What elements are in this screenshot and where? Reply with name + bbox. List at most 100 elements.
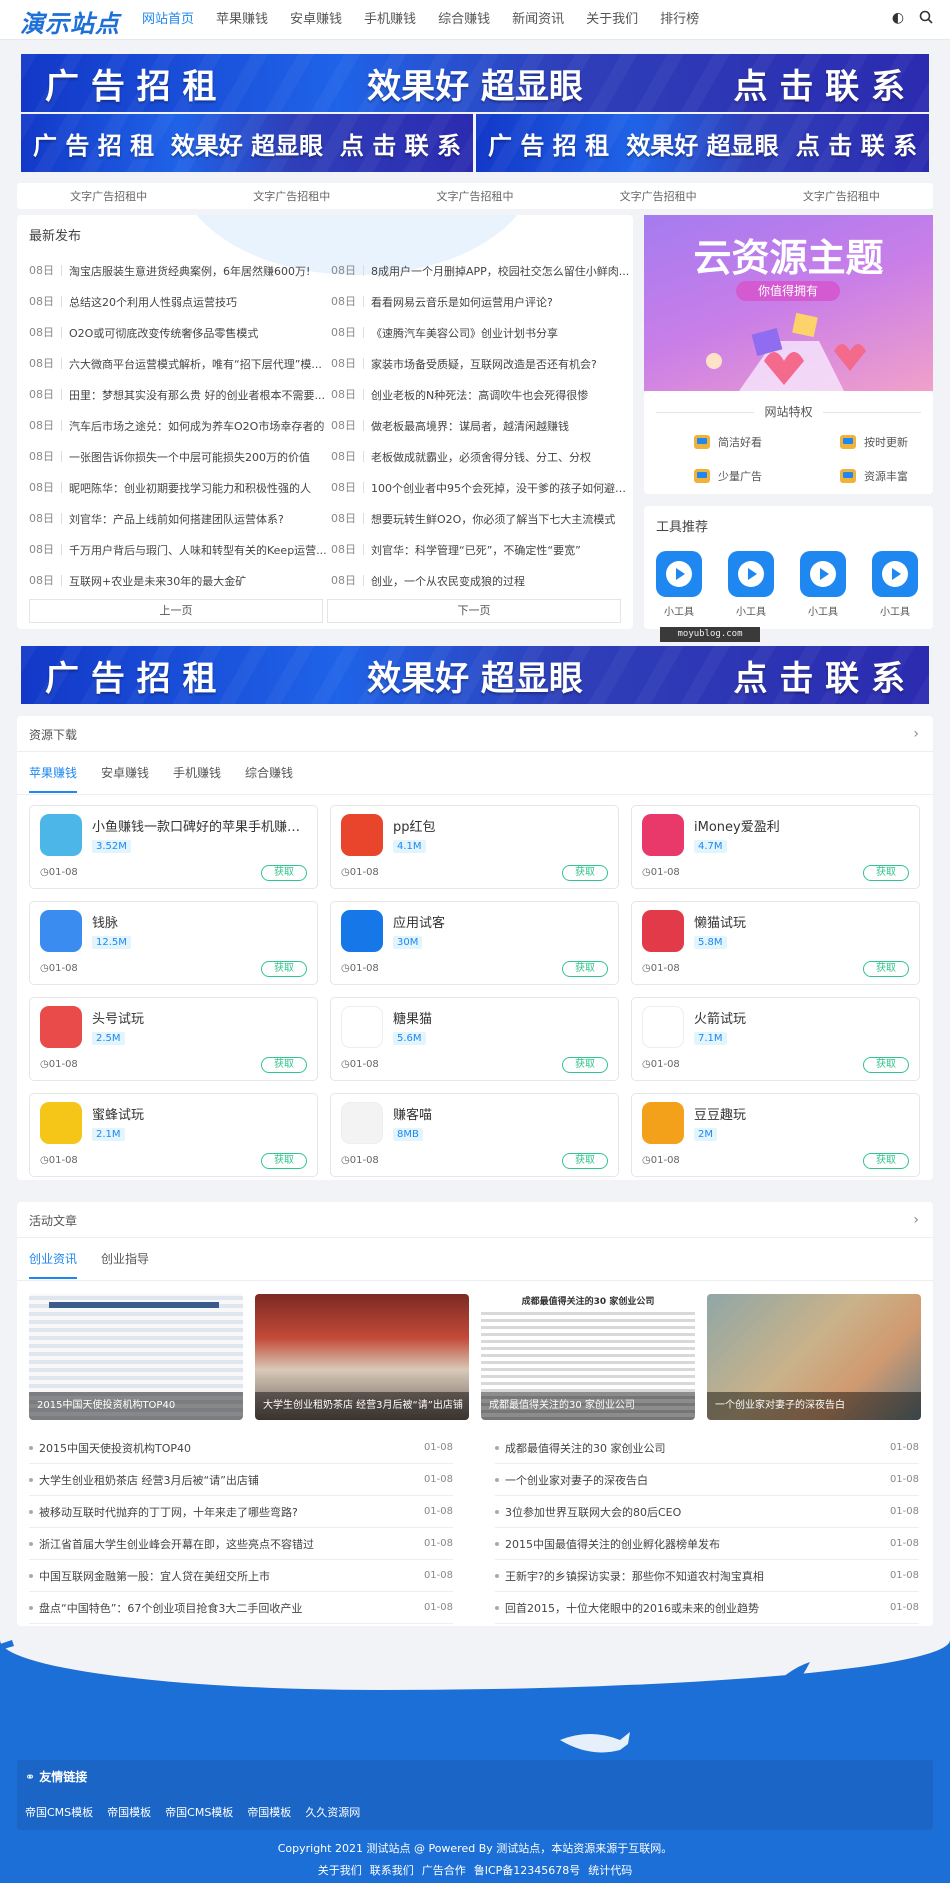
app-name[interactable]: 钱脉: [92, 912, 307, 931]
app-name[interactable]: pp红包: [393, 816, 608, 835]
get-button[interactable]: 获取: [863, 961, 909, 977]
app-name[interactable]: 小鱼赚钱一款口碑好的苹果手机赚钱...: [92, 816, 307, 835]
chevron-right-icon[interactable]: ›: [913, 726, 919, 742]
app-name[interactable]: 蜜蜂试玩: [92, 1104, 307, 1123]
article-row[interactable]: 2015中国天使投资机构TOP40 01-08: [29, 1432, 453, 1464]
news-title[interactable]: 做老板最高境界：谋局者，越清闲越赚钱: [371, 418, 633, 434]
news-title[interactable]: 家装市场备受质疑，互联网改造是否还有机会?: [371, 356, 633, 372]
chevron-right-icon[interactable]: ›: [913, 1212, 919, 1228]
app-card[interactable]: 蜜蜂试玩 2.1M ◷01-08 获取: [29, 1093, 318, 1177]
article-title[interactable]: 被移动互联时代抛弃的丁丁网，十年来走了哪些弯路?: [39, 1504, 424, 1520]
tab-apple[interactable]: 苹果赚钱: [29, 764, 78, 793]
news-row[interactable]: 08日 千万用户背后与瑕门、人味和转型有关的Keep运营...: [29, 534, 331, 565]
prev-page-button[interactable]: 上一页: [29, 599, 323, 623]
article-row[interactable]: 王新宇?的乡镇探访实录：那些你不知道农村淘宝真相 01-08: [495, 1560, 919, 1592]
tool-item[interactable]: 小工具: [656, 551, 702, 618]
news-row[interactable]: 08日 刘官华：产品上线前如何搭建团队运营体系?: [29, 503, 331, 534]
app-card[interactable]: 头号试玩 2.5M ◷01-08 获取: [29, 997, 318, 1081]
article-row[interactable]: 成都最值得关注的30 家创业公司 01-08: [495, 1432, 919, 1464]
site-logo[interactable]: 演示站点: [20, 4, 120, 39]
news-row[interactable]: 08日 《速腾汽车美容公司》创业计划书分享: [331, 317, 633, 348]
article-title[interactable]: 2015中国天使投资机构TOP40: [39, 1440, 424, 1456]
ad-banner-mid[interactable]: 广 告 招 租 效果好 超显眼 点 击 联 系: [21, 646, 929, 704]
news-row[interactable]: 08日 家装市场备受质疑，互联网改造是否还有机会?: [331, 348, 633, 379]
get-button[interactable]: 获取: [562, 1153, 608, 1169]
article-title[interactable]: 王新宇?的乡镇探访实录：那些你不知道农村淘宝真相: [505, 1568, 890, 1584]
text-ad-link[interactable]: 文字广告招租中: [620, 188, 697, 204]
news-title[interactable]: 一张图告诉你损失一个中层可能损失200万的价值: [69, 449, 331, 465]
nav-item-home[interactable]: 网站首页: [142, 0, 194, 40]
article-title[interactable]: 大学生创业租奶茶店 经营3月后被“请”出店铺: [39, 1472, 424, 1488]
app-card[interactable]: iMoney爱盈利 4.7M ◷01-08 获取: [631, 805, 920, 889]
app-name[interactable]: 火箭试玩: [694, 1008, 909, 1027]
article-title[interactable]: 浙江省首届大学生创业峰会开幕在即，这些亮点不容错过: [39, 1536, 424, 1552]
article-row[interactable]: 一个创业家对妻子的深夜告白 01-08: [495, 1464, 919, 1496]
friend-link[interactable]: 帝国CMS模板: [25, 1804, 93, 1820]
app-card[interactable]: 火箭试玩 7.1M ◷01-08 获取: [631, 997, 920, 1081]
news-row[interactable]: 08日 想要玩转生鲜O2O，你必须了解当下七大主流模式: [331, 503, 633, 534]
news-title[interactable]: 8成用户一个月删掉APP，校园社交怎么留住小鲜肉...: [371, 263, 633, 279]
news-row[interactable]: 08日 汽车后市场之途兑：如何成为养车O2O市场幸存者的: [29, 410, 331, 441]
theme-toggle-icon[interactable]: ◐: [890, 10, 906, 26]
nav-item-about[interactable]: 关于我们: [586, 0, 638, 40]
news-title[interactable]: 刘官华：科学管理“已死”，不确定性“要宽”: [371, 542, 633, 558]
ad-banner-small-left[interactable]: 广 告 招 租 效果好 超显眼 点 击 联 系: [21, 114, 473, 172]
article-title[interactable]: 中国互联网金融第一股：宜人贷在美纽交所上市: [39, 1568, 424, 1584]
news-row[interactable]: 08日 互联网+农业是未来30年的最大金矿: [29, 565, 331, 596]
get-button[interactable]: 获取: [863, 1057, 909, 1073]
promo-image[interactable]: 云资源主题 你值得拥有: [644, 215, 933, 391]
get-button[interactable]: 获取: [261, 1153, 307, 1169]
news-row[interactable]: 08日 O2O或可彻底改变传统奢侈品零售模式: [29, 317, 331, 348]
search-icon[interactable]: [918, 10, 934, 26]
nav-item-apple[interactable]: 苹果赚钱: [216, 0, 268, 40]
news-title[interactable]: 《速腾汽车美容公司》创业计划书分享: [371, 325, 633, 341]
app-card[interactable]: 豆豆趣玩 2M ◷01-08 获取: [631, 1093, 920, 1177]
get-button[interactable]: 获取: [562, 1057, 608, 1073]
news-row[interactable]: 08日 田里：梦想其实没有那么贵 好的创业者根本不需要...: [29, 379, 331, 410]
nav-item-ranking[interactable]: 排行榜: [660, 0, 699, 40]
app-card[interactable]: pp红包 4.1M ◷01-08 获取: [330, 805, 619, 889]
tool-item[interactable]: 小工具: [872, 551, 918, 618]
get-button[interactable]: 获取: [562, 865, 608, 881]
friend-link[interactable]: 帝国模板: [107, 1804, 151, 1820]
text-ad-link[interactable]: 文字广告招租中: [253, 188, 330, 204]
app-card[interactable]: 糖果猫 5.6M ◷01-08 获取: [330, 997, 619, 1081]
tab-startup-guide[interactable]: 创业指导: [101, 1250, 149, 1279]
news-row[interactable]: 08日 一张图告诉你损失一个中层可能损失200万的价值: [29, 441, 331, 472]
article-thumb[interactable]: 大学生创业租奶茶店 经营3月后被“请”出店铺: [255, 1294, 469, 1420]
footer-link[interactable]: 联系我们: [370, 1862, 414, 1878]
article-thumb[interactable]: 成都最值得关注的30 家创业公司 成都最值得关注的30 家创业公司: [481, 1294, 695, 1420]
news-title[interactable]: 100个创业者中95个会死掉，没干爹的孩子如何避免...: [371, 480, 633, 496]
article-row[interactable]: 3位参加世界互联网大会的80后CEO 01-08: [495, 1496, 919, 1528]
footer-link[interactable]: 广告合作: [422, 1862, 466, 1878]
app-card[interactable]: 懒猫试玩 5.8M ◷01-08 获取: [631, 901, 920, 985]
news-title[interactable]: 淘宝店服装生意进货经典案例，6年居然赚600万!: [69, 263, 331, 279]
news-row[interactable]: 08日 老板做成就霸业，必须舍得分钱、分工、分权: [331, 441, 633, 472]
text-ad-link[interactable]: 文字广告招租中: [70, 188, 147, 204]
article-title[interactable]: 盘点“中国特色”：67个创业项目抢食3大二手回收产业: [39, 1600, 424, 1616]
footer-link[interactable]: 关于我们: [318, 1862, 362, 1878]
news-title[interactable]: O2O或可彻底改变传统奢侈品零售模式: [69, 325, 331, 341]
app-card[interactable]: 小鱼赚钱一款口碑好的苹果手机赚钱... 3.52M ◷01-08 获取: [29, 805, 318, 889]
news-row[interactable]: 08日 昵吧陈华：创业初期要找学习能力和积极性强的人: [29, 472, 331, 503]
app-name[interactable]: 头号试玩: [92, 1008, 307, 1027]
article-row[interactable]: 回首2015，十位大佬眼中的2016或未来的创业趋势 01-08: [495, 1592, 919, 1624]
app-name[interactable]: 懒猫试玩: [694, 912, 909, 931]
news-row[interactable]: 08日 100个创业者中95个会死掉，没干爹的孩子如何避免...: [331, 472, 633, 503]
news-title[interactable]: 创业老板的N种死法：高调吹牛也会死得很惨: [371, 387, 633, 403]
news-title[interactable]: 创业，一个从农民变成狼的过程: [371, 573, 633, 589]
news-title[interactable]: 看看网易云音乐是如何运营用户评论?: [371, 294, 633, 310]
get-button[interactable]: 获取: [863, 1153, 909, 1169]
friend-link[interactable]: 久久资源网: [305, 1804, 360, 1820]
news-row[interactable]: 08日 总结这20个利用人性弱点运营技巧: [29, 286, 331, 317]
app-card[interactable]: 应用试客 30M ◷01-08 获取: [330, 901, 619, 985]
article-title[interactable]: 成都最值得关注的30 家创业公司: [505, 1440, 890, 1456]
news-row[interactable]: 08日 8成用户一个月删掉APP，校园社交怎么留住小鲜肉...: [331, 255, 633, 286]
app-card[interactable]: 赚客喵 8MB ◷01-08 获取: [330, 1093, 619, 1177]
article-title[interactable]: 2015中国最值得关注的创业孵化器榜单发布: [505, 1536, 890, 1552]
nav-item-android[interactable]: 安卓赚钱: [290, 0, 342, 40]
news-title[interactable]: 互联网+农业是未来30年的最大金矿: [69, 573, 331, 589]
app-name[interactable]: 糖果猫: [393, 1008, 608, 1027]
news-row[interactable]: 08日 创业，一个从农民变成狼的过程: [331, 565, 633, 596]
get-button[interactable]: 获取: [261, 1057, 307, 1073]
